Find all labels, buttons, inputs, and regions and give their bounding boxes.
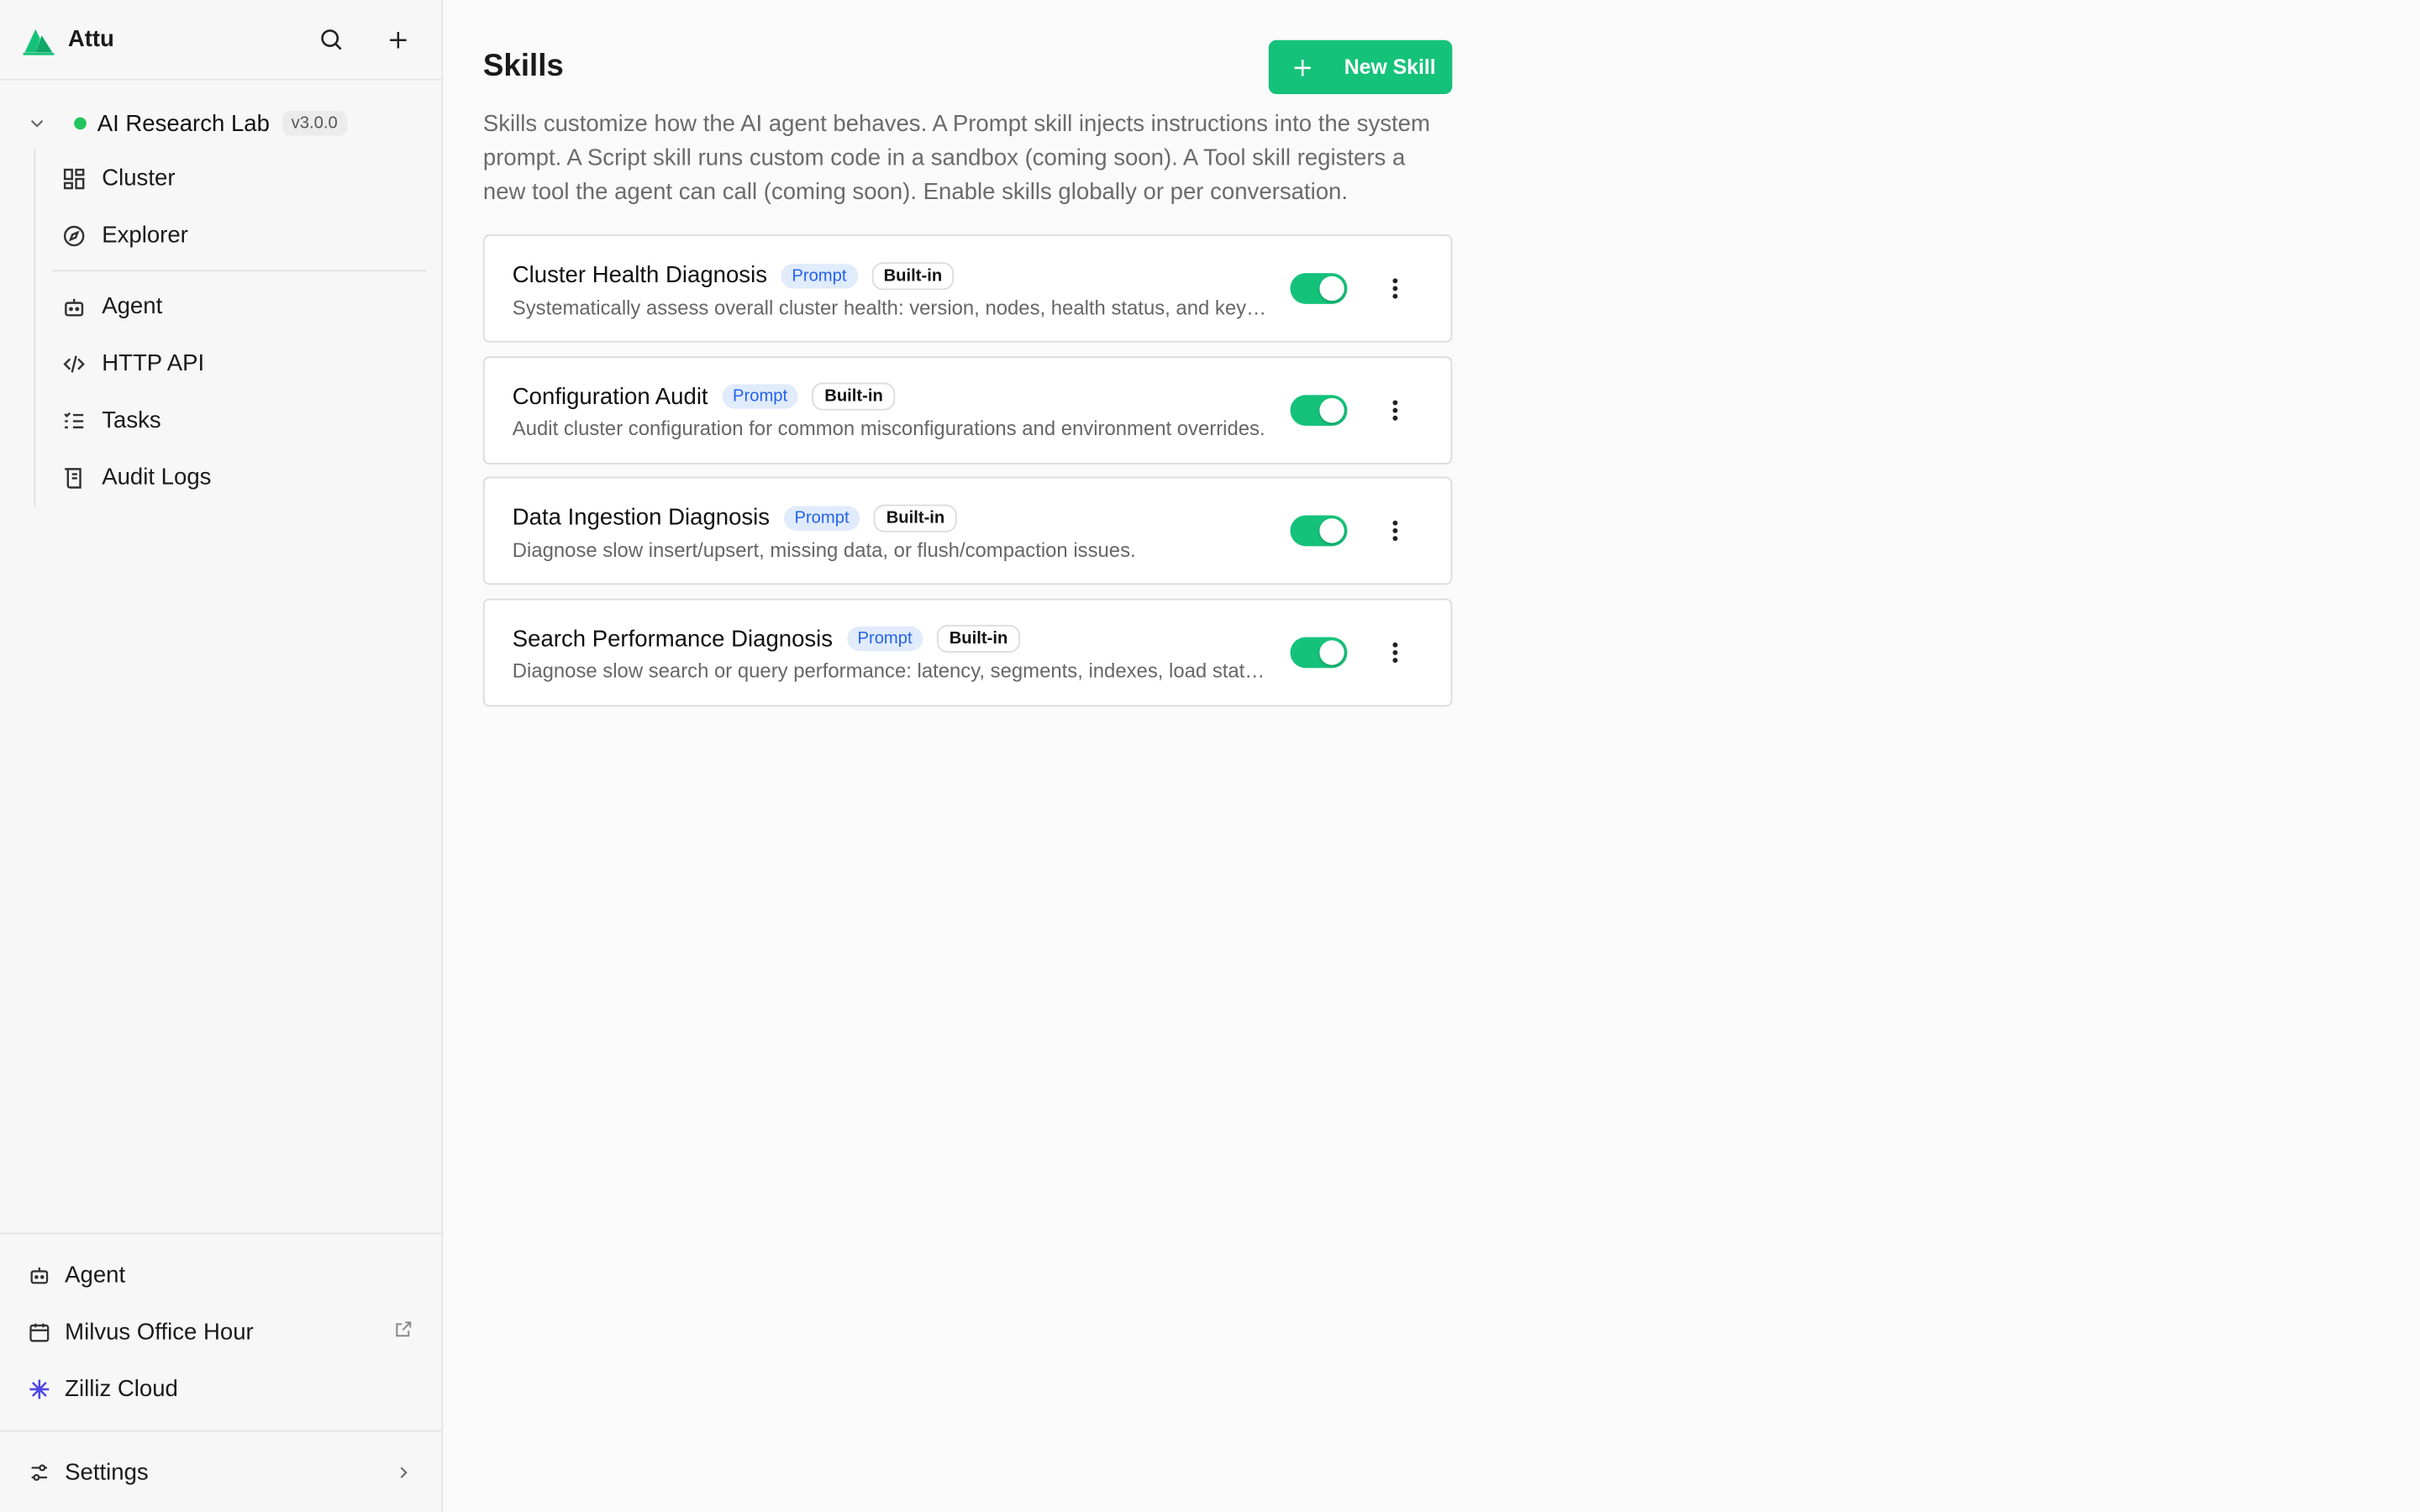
chevron-down-icon[interactable] (26, 113, 48, 134)
footer-item-label: Milvus Office Hour (65, 1319, 254, 1346)
more-options-icon[interactable] (1380, 274, 1411, 305)
skill-name: Search Performance Diagnosis (512, 626, 834, 653)
more-options-icon[interactable] (1380, 637, 1411, 668)
zilliz-icon (28, 1378, 51, 1401)
skill-description: Systematically assess overall cluster he… (512, 296, 1269, 319)
sidebar-header: Attu (0, 0, 442, 81)
skill-source-badge: Built-in (937, 625, 1021, 654)
skill-enabled-toggle[interactable] (1290, 273, 1348, 305)
sidebar-item-label: Cluster (102, 165, 176, 192)
sidebar-item-label: Explorer (102, 222, 188, 249)
sidebar-item-label: Tasks (102, 407, 161, 434)
settings-button[interactable]: Settings (0, 1431, 441, 1512)
plus-icon (1292, 56, 1313, 78)
skill-source-badge: Built-in (812, 383, 896, 412)
new-skill-label: New Skill (1344, 55, 1436, 79)
page-description: Skills customize how the AI agent behave… (482, 111, 1430, 205)
robot-icon (28, 1263, 51, 1287)
skill-enabled-toggle[interactable] (1290, 516, 1348, 547)
search-icon (320, 29, 341, 50)
main-content: Skills New Skill Skills customize how th… (443, 0, 2420, 1512)
sidebar-item-explorer[interactable]: Explorer (51, 207, 426, 264)
skill-description: Diagnose slow search or query performanc… (512, 659, 1269, 683)
footer-item-label: Zilliz Cloud (65, 1376, 178, 1403)
add-connection-button[interactable] (376, 18, 419, 60)
skills-list: Cluster Health Diagnosis Prompt Built-in… (482, 234, 1453, 707)
skill-enabled-toggle[interactable] (1290, 637, 1348, 669)
more-options-icon[interactable] (1380, 516, 1411, 547)
code-icon (61, 351, 86, 375)
settings-label: Settings (65, 1458, 149, 1485)
sliders-icon (28, 1460, 51, 1483)
skill-type-badge: Prompt (781, 263, 858, 289)
cluster-tree-item[interactable]: AI Research Lab v3.0.0 (0, 97, 441, 150)
tasks-icon (61, 408, 86, 433)
sidebar-item-label: Agent (102, 292, 163, 320)
cluster-name: AI Research Lab (97, 110, 270, 137)
sidebar-item-tasks[interactable]: Tasks (51, 392, 426, 449)
skill-type-badge: Prompt (783, 506, 860, 531)
sidebar-item-agent[interactable]: Agent (51, 278, 426, 335)
footer-item-label: Agent (65, 1262, 126, 1289)
version-badge: v3.0.0 (281, 111, 347, 136)
skill-enabled-toggle[interactable] (1290, 394, 1348, 426)
external-link-icon (393, 1319, 413, 1345)
skill-name: Cluster Health Diagnosis (512, 262, 767, 290)
nav-divider (50, 270, 426, 272)
sidebar: Attu AI Research Lab v3.0.0 Cluster Expl… (0, 0, 444, 1512)
footer-item-zilliz[interactable]: Zilliz Cloud (0, 1361, 441, 1418)
skill-card[interactable]: Cluster Health Diagnosis Prompt Built-in… (482, 234, 1453, 344)
sidebar-item-label: HTTP API (102, 349, 205, 377)
dashboard-icon (61, 165, 86, 190)
footer-item-agent[interactable]: Agent (0, 1247, 441, 1304)
skill-type-badge: Prompt (722, 385, 799, 410)
skill-description: Diagnose slow insert/upsert, missing dat… (512, 538, 1136, 562)
app-name: Attu (67, 26, 114, 53)
sidebar-item-label: Audit Logs (102, 464, 212, 491)
robot-icon (61, 294, 86, 318)
scroll-icon (61, 465, 86, 490)
sidebar-item-audit-logs[interactable]: Audit Logs (51, 449, 426, 506)
skill-type-badge: Prompt (846, 627, 923, 652)
skill-source-badge: Built-in (871, 262, 955, 291)
skill-description: Audit cluster configuration for common m… (512, 417, 1265, 441)
page-title: Skills (482, 49, 564, 84)
skill-card[interactable]: Configuration Audit Prompt Built-in Audi… (482, 356, 1453, 465)
calendar-icon (28, 1320, 51, 1344)
sidebar-item-http-api[interactable]: HTTP API (51, 335, 426, 392)
sidebar-footer: Agent Milvus Office Hour Zilliz Cloud (0, 1232, 442, 1418)
skill-card[interactable]: Data Ingestion Diagnosis Prompt Built-in… (482, 477, 1453, 585)
skill-name: Configuration Audit (512, 384, 708, 411)
skill-source-badge: Built-in (874, 504, 957, 533)
sidebar-item-cluster[interactable]: Cluster (51, 150, 426, 207)
plus-icon (390, 31, 407, 48)
search-button[interactable] (308, 18, 351, 60)
footer-item-office-hour[interactable]: Milvus Office Hour (0, 1304, 441, 1361)
settings-section: Settings (0, 1430, 442, 1512)
cluster-nav: Cluster Explorer Agent HTTP API Tasks Au… (34, 150, 441, 507)
status-dot (74, 117, 87, 130)
skill-name: Data Ingestion Diagnosis (512, 505, 771, 532)
more-options-icon[interactable] (1380, 395, 1411, 426)
new-skill-button[interactable]: New Skill (1268, 39, 1453, 95)
skill-card[interactable]: Search Performance Diagnosis Prompt Buil… (482, 598, 1453, 707)
chevron-right-icon (400, 1466, 408, 1478)
attu-logo-icon (22, 23, 55, 56)
compass-icon (61, 223, 86, 247)
page-header: Skills New Skill (482, 39, 1453, 95)
